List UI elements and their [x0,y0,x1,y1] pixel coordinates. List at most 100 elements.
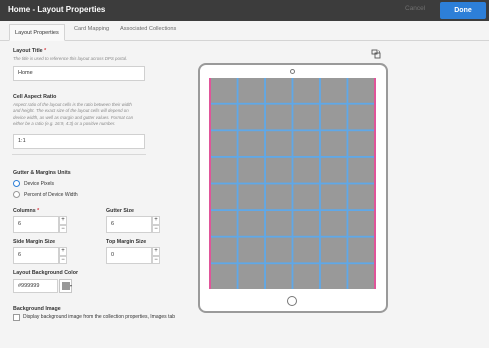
side-margin-input[interactable]: 6 [13,247,59,264]
rotate-device-icon[interactable] [371,49,381,59]
done-button[interactable]: Done [440,2,486,19]
grid-cell [265,264,292,289]
grid-cell [238,131,265,156]
radio-device-pixels[interactable] [13,180,20,187]
title-bar: Home - Layout Properties Cancel Done [0,0,489,21]
color-swatch [61,282,70,290]
background-color-label: Layout Background Color [13,270,79,276]
grid-cell [293,104,320,130]
grid-cell [320,104,347,130]
grid-cell [238,78,265,103]
grid-cell [211,131,237,156]
grid-cell [348,211,374,236]
grid-cell [211,211,237,236]
tablet-home-button-icon [287,296,297,306]
cell-aspect-ratio-help: Aspect ratio of the layout cells is the … [13,102,134,126]
grid-cell [348,237,374,263]
columns-decrement-button[interactable]: − [59,224,67,233]
radio-percent-width-label: Percent of Device Width [24,192,78,198]
grid-cell [293,78,320,103]
tab-layout-properties[interactable]: Layout Properties [9,24,65,41]
grid-cell [265,104,292,130]
radio-percent-width[interactable] [13,191,20,198]
page-title: Home - Layout Properties [8,5,106,14]
grid-cell [211,157,237,183]
grid-cell [348,78,374,103]
top-margin-decrement-button[interactable]: − [152,255,160,264]
grid-cell [320,78,347,103]
grid-cell [238,264,265,289]
grid-cell [265,184,292,210]
grid-cell [265,131,292,156]
tab-bar: Layout Properties Card Mapping Associate… [0,21,489,41]
grid-cell [320,211,347,236]
layout-grid-preview [209,78,376,289]
grid-cell [238,237,265,263]
top-margin-stepper: 0 + − [106,247,160,264]
gutter-size-increment-button[interactable]: + [152,216,160,225]
columns-stepper: 6 + − [13,216,67,233]
grid-cell [293,184,320,210]
columns-input[interactable]: 6 [13,216,59,233]
grid-cell [293,157,320,183]
top-margin-increment-button[interactable]: + [152,247,160,256]
radio-device-pixels-label: Device Pixels [24,181,55,187]
gutter-size-stepper: 6 + − [106,216,160,233]
grid-cell [320,264,347,289]
grid-cell [211,104,237,130]
background-image-checkbox[interactable] [13,314,20,321]
grid-cell [320,157,347,183]
columns-label: Columns * [13,208,40,214]
grid-cell [265,237,292,263]
tab-associated-collections[interactable]: Associated Collections [120,26,176,32]
gutter-units-label: Gutter & Margins Units [13,170,71,176]
color-picker-button[interactable] [59,279,72,293]
background-image-checkbox-label: Display background image from the collec… [23,314,176,320]
grid-cell [320,131,347,156]
tablet-camera-icon [290,69,295,74]
grid-cell [348,184,374,210]
grid-cell [320,237,347,263]
chevron-down-icon [70,285,72,287]
grid-cell [265,157,292,183]
background-color-input[interactable]: #999999 [13,279,58,293]
section-divider [12,154,146,155]
grid-cell [348,104,374,130]
grid-cell [348,264,374,289]
grid-cell [293,264,320,289]
layout-title-label: Layout Title * [13,48,47,54]
cell-aspect-ratio-label: Cell Aspect Ratio [13,94,57,100]
grid-cell [211,237,237,263]
grid-cell [211,264,237,289]
grid-cell [238,104,265,130]
grid-cell [293,237,320,263]
grid-cell [348,131,374,156]
grid-cell [265,211,292,236]
background-image-label: Background Image [13,306,61,312]
grid-cell [265,78,292,103]
columns-increment-button[interactable]: + [59,216,67,225]
side-margin-label: Side Margin Size [13,239,56,245]
gutter-size-input[interactable]: 6 [106,216,152,233]
layout-title-input[interactable]: Home [13,66,145,81]
tab-card-mapping[interactable]: Card Mapping [74,26,109,32]
grid-cell [320,184,347,210]
cancel-button[interactable]: Cancel [405,5,425,12]
grid-cell [293,131,320,156]
top-margin-label: Top Margin Size [106,239,147,245]
grid-cell [211,78,237,103]
side-margin-stepper: 6 + − [13,247,67,264]
grid-cell [293,211,320,236]
grid-cell [238,184,265,210]
cell-aspect-ratio-input[interactable]: 1:1 [13,134,145,149]
grid-cell [238,157,265,183]
side-margin-increment-button[interactable]: + [59,247,67,256]
grid-cell [238,211,265,236]
gutter-size-decrement-button[interactable]: − [152,224,160,233]
grid-cell [348,157,374,183]
side-margin-decrement-button[interactable]: − [59,255,67,264]
grid-cell [211,184,237,210]
top-margin-input[interactable]: 0 [106,247,152,264]
grid-margin-right [374,78,376,289]
grid-margin-left [209,78,211,289]
